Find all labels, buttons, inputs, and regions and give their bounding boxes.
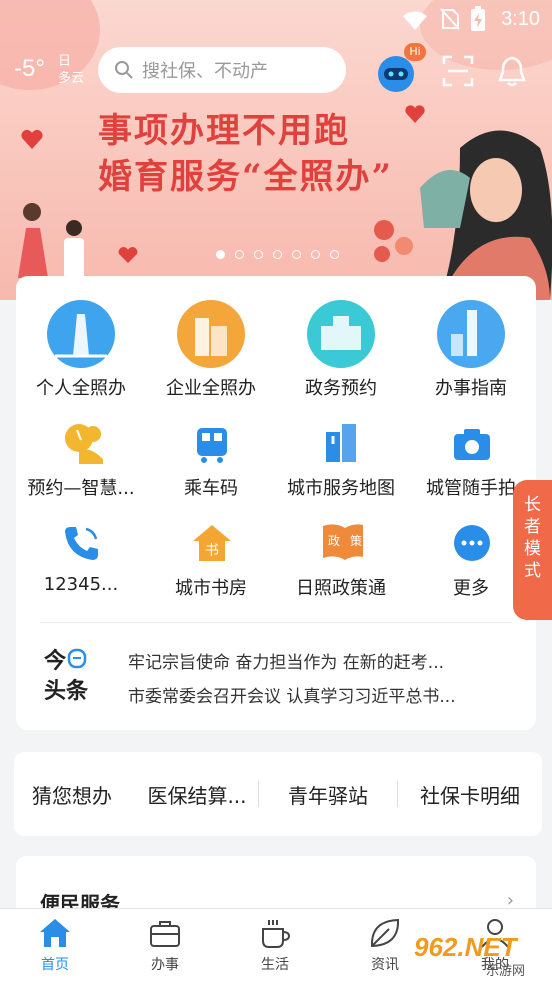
headline-item[interactable]: 牢记宗旨使命 奋力担当作为 在新的赶考... bbox=[128, 648, 498, 673]
city-map-icon bbox=[321, 422, 363, 464]
book-house-icon: 书 bbox=[191, 522, 233, 564]
headlines-logo: 今 头条 bbox=[44, 646, 88, 707]
wifi-icon bbox=[403, 11, 427, 30]
temperature: -5° bbox=[14, 55, 45, 82]
guide-tower-icon bbox=[437, 300, 505, 368]
service-label: 乘车码 bbox=[184, 478, 238, 499]
tab-services[interactable]: 办事 bbox=[110, 909, 220, 981]
headlines-logo-line1: 今 bbox=[44, 649, 67, 674]
hotline-phone-icon bbox=[61, 522, 103, 564]
suggestions-card: 猜您想办 医保结算... 青年驿站 社保卡明细 bbox=[14, 752, 542, 836]
banner-line-1: 事项办理不用跑 bbox=[98, 111, 350, 151]
clock: 3:10 bbox=[501, 8, 540, 30]
carousel-dot[interactable] bbox=[311, 250, 320, 259]
watermark-text: 962.NET bbox=[414, 932, 517, 962]
government-hall-icon bbox=[307, 300, 375, 368]
service-label: 预约—智慧... bbox=[27, 478, 135, 499]
battery-charging-icon bbox=[471, 6, 485, 31]
carousel-dot[interactable] bbox=[216, 250, 225, 259]
headlines-logo-line2: 头条 bbox=[44, 679, 89, 704]
bus-code-icon bbox=[191, 424, 233, 466]
briefcase-icon bbox=[150, 921, 180, 947]
service-label: 12345... bbox=[43, 574, 119, 595]
suggestions-title: 猜您想办 bbox=[32, 783, 112, 808]
service-label: 日照政策通 bbox=[296, 578, 386, 599]
headline-item[interactable]: 市委常委会召开会议 认真学习习近平总书... bbox=[128, 682, 498, 707]
tab-label: 办事 bbox=[151, 957, 179, 973]
carousel-dot[interactable] bbox=[273, 250, 282, 259]
service-label: 办事指南 bbox=[435, 378, 507, 399]
mother-child-illustration bbox=[420, 130, 552, 300]
search-input[interactable]: 搜社保、不动产 bbox=[98, 47, 346, 93]
coffee-cup-icon bbox=[262, 920, 291, 948]
enterprise-building-icon bbox=[177, 300, 245, 368]
carousel-dot[interactable] bbox=[292, 250, 301, 259]
bell-icon[interactable] bbox=[496, 54, 528, 88]
divider bbox=[40, 622, 512, 623]
service-label: 城市服务地图 bbox=[287, 478, 395, 499]
tab-home[interactable]: 首页 bbox=[0, 909, 110, 981]
smart-appointment-icon bbox=[61, 422, 103, 464]
heart-icon bbox=[118, 247, 138, 263]
services-card: 个人全照办 企业全照办 政务预约 办事指南 预约—智慧... 乘车码 城市服务地… bbox=[16, 276, 536, 730]
carousel-dot[interactable] bbox=[330, 250, 339, 259]
no-sim-icon bbox=[440, 8, 460, 30]
status-bar: 3:10 bbox=[0, 0, 552, 40]
carousel-indicator[interactable] bbox=[216, 250, 339, 259]
carousel-dot[interactable] bbox=[254, 250, 263, 259]
suggestion-item[interactable]: 医保结算... bbox=[136, 780, 258, 809]
svg-text:策: 策 bbox=[350, 534, 362, 548]
suggestion-item[interactable]: 社保卡明细 bbox=[398, 780, 542, 809]
tab-label: 生活 bbox=[261, 957, 289, 973]
camera-icon bbox=[451, 424, 493, 466]
service-label: 企业全照办 bbox=[166, 378, 256, 399]
leaf-icon bbox=[370, 918, 400, 948]
banner-headline: 事项办理不用跑 婚育服务“全照办” bbox=[98, 108, 393, 200]
service-label: 个人全照办 bbox=[36, 378, 126, 399]
banner-line-2: 婚育服务“全照办” bbox=[98, 157, 394, 197]
scan-icon[interactable] bbox=[442, 54, 474, 88]
elder-mode-button[interactable]: 长者模式 bbox=[513, 480, 552, 620]
policy-book-icon: 政策 bbox=[321, 520, 363, 562]
watermark-sub: 乐游网 bbox=[486, 964, 526, 979]
headlines-logo-icon bbox=[67, 648, 87, 669]
search-icon bbox=[115, 61, 133, 79]
couple-illustration bbox=[18, 203, 84, 278]
tab-life[interactable]: 生活 bbox=[220, 909, 330, 981]
heart-icon bbox=[21, 129, 43, 149]
search-placeholder: 搜社保、不动产 bbox=[142, 61, 268, 82]
service-label: 政务预约 bbox=[305, 378, 377, 399]
carousel-dot[interactable] bbox=[235, 250, 244, 259]
elder-mode-label: 长者模式 bbox=[524, 495, 541, 581]
weather-day: 日 bbox=[58, 54, 72, 69]
promo-banner[interactable]: 事项办理不用跑 婚育服务“全照办” bbox=[0, 0, 552, 300]
watermark: 962.NET 乐游网 bbox=[414, 928, 548, 979]
tab-label: 首页 bbox=[41, 957, 69, 973]
person-lighthouse-icon bbox=[47, 300, 115, 368]
service-label: 城市书房 bbox=[175, 578, 247, 599]
weather-condition: 多云 bbox=[58, 71, 85, 86]
weather-widget[interactable]: -5° 日 多云 bbox=[14, 54, 84, 86]
flower-decoration bbox=[374, 220, 413, 262]
suggestion-item[interactable]: 青年驿站 bbox=[259, 780, 397, 809]
robot-badge: Hi bbox=[404, 43, 426, 61]
home-icon bbox=[40, 919, 70, 947]
more-icon bbox=[451, 522, 493, 564]
svg-text:书: 书 bbox=[205, 543, 219, 559]
svg-text:政: 政 bbox=[328, 534, 340, 548]
